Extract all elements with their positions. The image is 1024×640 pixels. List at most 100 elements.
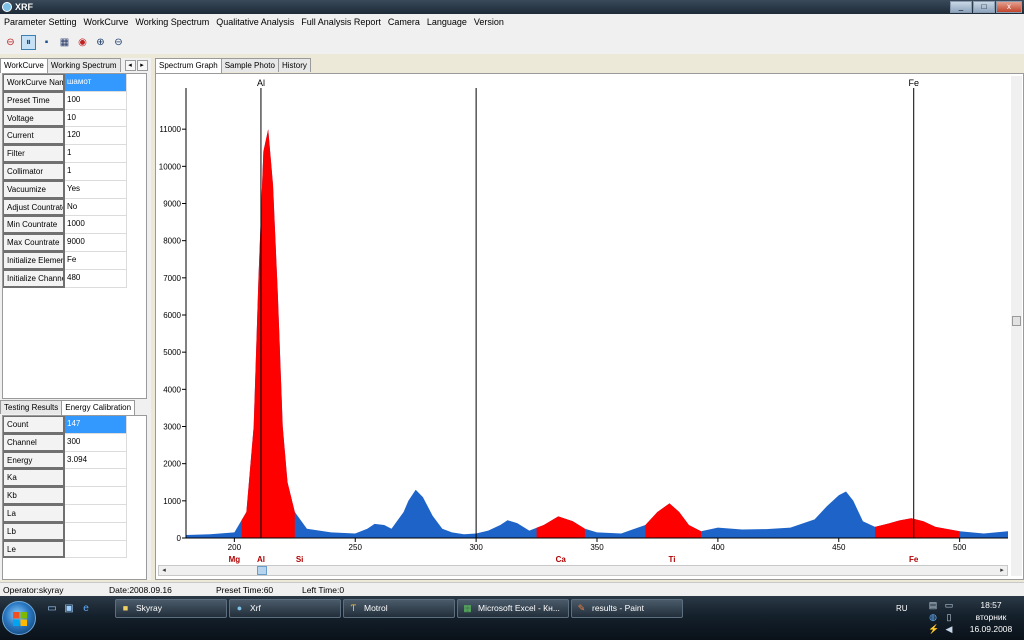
vertical-scrollbar[interactable]	[1011, 76, 1022, 576]
property-row[interactable]: Count 147	[3, 416, 146, 434]
property-value[interactable]: Fe	[65, 251, 127, 270]
spectrum-plot[interactable]: 0 1000 2000 3000 4000 5000 6000 7000 8000 9000 100…	[156, 74, 1012, 564]
tab-working-spectrum[interactable]: Working Spectrum	[46, 58, 121, 72]
horizontal-scrollbar[interactable]: ◂ ▸	[158, 565, 1008, 576]
property-value[interactable]: 480	[65, 269, 127, 288]
maximize-button[interactable]: □	[973, 1, 995, 13]
property-value[interactable]	[65, 522, 127, 541]
internet-explorer-icon[interactable]: e	[80, 603, 92, 615]
taskbar-button-xrf[interactable]: ● Xrf	[229, 599, 341, 618]
tab-energy-calibration[interactable]: Energy Calibration	[61, 400, 136, 415]
property-value[interactable]: 1	[65, 162, 127, 181]
printer-icon[interactable]: ▤	[928, 600, 938, 610]
menu-full-analysis-report[interactable]: Full Analysis Report	[301, 17, 381, 27]
scroll-right-icon[interactable]: ▸	[997, 566, 1007, 575]
menu-qualitative-analysis[interactable]: Qualitative Analysis	[216, 17, 294, 27]
property-row[interactable]: Initialize Channel 480	[3, 269, 146, 288]
minimize-button[interactable]: _	[950, 1, 972, 13]
language-indicator[interactable]: RU	[896, 604, 908, 613]
property-row[interactable]: Collimator 1	[3, 162, 146, 181]
property-row[interactable]: Vacuumize Yes	[3, 180, 146, 199]
property-value[interactable]	[65, 504, 127, 523]
property-row[interactable]: Voltage 10	[3, 109, 146, 128]
property-row[interactable]: Current 120	[3, 127, 146, 146]
property-value[interactable]: Yes	[65, 180, 127, 199]
menu-version[interactable]: Version	[474, 17, 504, 27]
property-row[interactable]: Filter 1	[3, 145, 146, 163]
excel-icon: ▦	[463, 603, 472, 613]
property-value[interactable]	[65, 487, 127, 505]
volume-icon[interactable]: ◀	[944, 624, 954, 634]
menu-language[interactable]: Language	[427, 17, 467, 27]
property-value[interactable]: 147	[65, 416, 127, 434]
property-row[interactable]: Channel 300	[3, 433, 146, 452]
menu-workcurve[interactable]: WorkCurve	[84, 17, 129, 27]
menu-camera[interactable]: Camera	[388, 17, 420, 27]
show-desktop-icon[interactable]: ▭	[46, 603, 58, 615]
table-icon[interactable]: ▦	[57, 35, 72, 50]
property-row[interactable]: Preset Time 100	[3, 91, 146, 110]
property-label: Min Countrate	[3, 216, 65, 235]
property-value[interactable]	[65, 469, 127, 488]
property-value[interactable]: 100	[65, 91, 127, 110]
menu-parameter-setting[interactable]: Parameter Setting	[4, 17, 77, 27]
property-value[interactable]: 300	[65, 433, 127, 452]
graph-tab-strip: Spectrum Graph Sample Photo History	[155, 58, 1024, 73]
property-row[interactable]: Kb	[3, 487, 146, 505]
property-value[interactable]: 1	[65, 145, 127, 163]
property-row[interactable]: Le	[3, 540, 146, 559]
property-value[interactable]: 9000	[65, 234, 127, 252]
start-button[interactable]	[2, 601, 36, 635]
system-clock[interactable]: 18:57 вторник 16.09.2008	[960, 599, 1022, 635]
vertical-scroll-thumb[interactable]	[1012, 316, 1021, 326]
tab-spectrum-graph[interactable]: Spectrum Graph	[155, 58, 222, 73]
menu-working-spectrum[interactable]: Working Spectrum	[135, 17, 209, 27]
property-row[interactable]: Max Countrate 9000	[3, 234, 146, 252]
zoom-out-icon[interactable]: ⊖	[111, 35, 126, 50]
tab-scroll-right-icon[interactable]: ▸	[136, 60, 148, 71]
tab-workcurve[interactable]: WorkCurve	[0, 58, 48, 73]
property-row[interactable]: Initialize Element Fe	[3, 251, 146, 270]
zoom-in-icon[interactable]: ⊕	[93, 35, 108, 50]
connection-icon[interactable]: ▯	[944, 612, 954, 622]
property-value[interactable]: No	[65, 198, 127, 217]
tab-testing-results[interactable]: Testing Results	[0, 400, 63, 414]
property-value[interactable]: 10	[65, 109, 127, 128]
tab-history[interactable]: History	[277, 58, 311, 72]
taskbar-button-motrol[interactable]: Ƭ Motrol	[343, 599, 455, 618]
taskbar-button-excel[interactable]: ▦ Microsoft Excel - Кн...	[457, 599, 569, 618]
property-row[interactable]: Adjust Countrate No	[3, 198, 146, 217]
property-value[interactable]: 1000	[65, 216, 127, 235]
property-row[interactable]: Lb	[3, 522, 146, 541]
pause-icon[interactable]: ⏸	[21, 34, 36, 50]
property-row[interactable]: La	[3, 504, 146, 523]
property-row[interactable]: WorkCurve Name шамот	[3, 74, 146, 92]
taskbar-button-paint[interactable]: ✎ results - Paint	[571, 599, 683, 618]
property-row[interactable]: Ka	[3, 469, 146, 488]
property-label: Kb	[3, 487, 65, 505]
refresh-icon[interactable]: ◉	[75, 35, 90, 50]
network-icon[interactable]: ◍	[928, 612, 938, 622]
switch-windows-icon[interactable]: ▣	[63, 603, 75, 615]
scroll-left-icon[interactable]: ◂	[159, 566, 169, 575]
taskbar-button-skyray[interactable]: ■ Skyray	[115, 599, 227, 618]
property-value[interactable]: 3.094	[65, 451, 127, 470]
y-tick-label: 9000	[163, 200, 181, 209]
tab-sample-photo[interactable]: Sample Photo	[220, 58, 279, 72]
property-label: Count	[3, 416, 65, 434]
property-label: La	[3, 504, 65, 523]
property-value[interactable]: 120	[65, 127, 127, 146]
property-row[interactable]: Energy 3.094	[3, 451, 146, 470]
property-value[interactable]: шамот	[65, 74, 127, 92]
close-button[interactable]: x	[996, 1, 1022, 13]
property-row[interactable]: Min Countrate 1000	[3, 216, 146, 235]
save-icon[interactable]: ▪	[39, 35, 54, 50]
safely-remove-icon[interactable]: ⚡	[928, 624, 939, 634]
monitor-icon[interactable]: ▭	[944, 600, 954, 610]
tab-scroll-left-icon[interactable]: ◂	[124, 60, 136, 71]
property-value[interactable]	[65, 540, 127, 559]
horizontal-scroll-thumb[interactable]	[257, 566, 267, 575]
marker-label: Fe	[908, 78, 919, 88]
property-label: Current	[3, 127, 65, 146]
stop-icon[interactable]: ⊖	[3, 35, 18, 50]
